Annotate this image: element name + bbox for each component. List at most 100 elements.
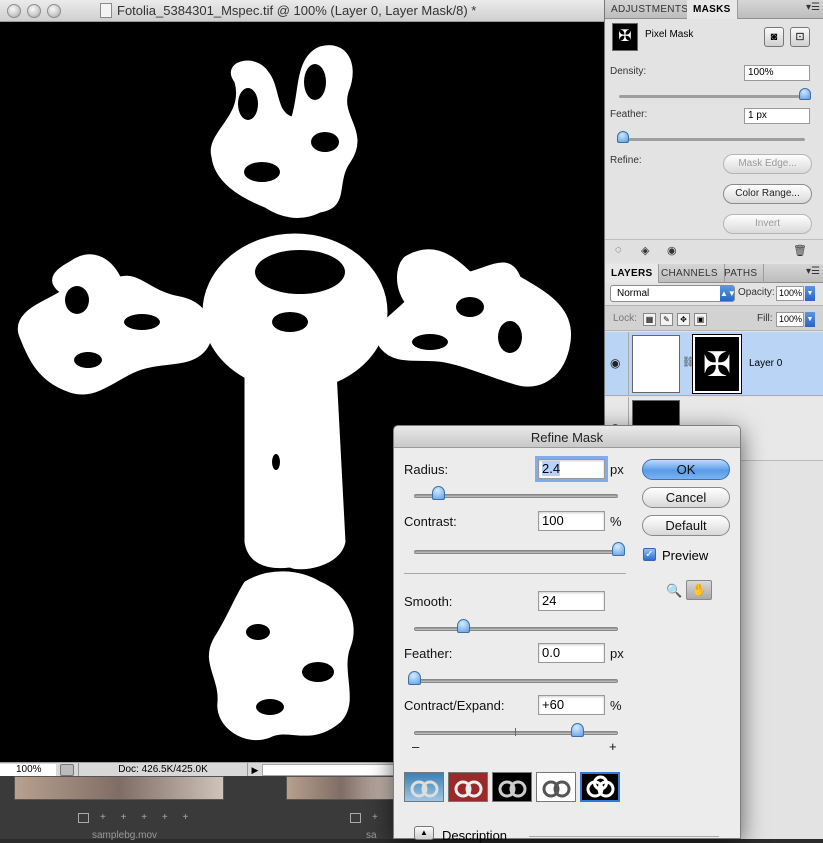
view-on-layers-icon[interactable] — [404, 772, 444, 802]
minus-icon: – — [412, 739, 420, 754]
layer-thumbnail[interactable] — [632, 335, 680, 393]
apply-mask-icon[interactable]: ◈ — [641, 244, 649, 257]
status-info-icon[interactable] — [60, 764, 74, 776]
mask-view-icon[interactable] — [580, 772, 620, 802]
contrast-field[interactable]: 100 — [538, 511, 605, 531]
trash-icon[interactable]: 🗑 — [793, 244, 807, 257]
on-white-view-icon[interactable] — [536, 772, 576, 802]
tab-layers[interactable]: LAYERS — [605, 264, 660, 283]
smooth-field[interactable]: 24 — [538, 591, 605, 611]
lock-transparency-icon[interactable]: ▦ — [643, 313, 656, 326]
vector-mask-button[interactable]: ⊡ — [790, 27, 810, 47]
smooth-label: Smooth: — [404, 594, 453, 609]
close-window-button[interactable] — [7, 4, 21, 18]
default-button[interactable]: Default — [642, 515, 730, 536]
feather-slider[interactable] — [414, 679, 618, 683]
lock-row: Lock: ▦ ✎ ✥ ▣ Fill: 100% ▼ — [605, 305, 823, 331]
blend-mode-value: Normal — [617, 288, 650, 299]
radius-label: Radius: — [404, 462, 449, 477]
tab-adjustments[interactable]: ADJUSTMENTS — [605, 0, 696, 19]
radius-field[interactable]: 2.4 — [538, 459, 605, 479]
feather-slider-thumb[interactable] — [616, 131, 629, 143]
opacity-field[interactable]: 100% — [776, 286, 804, 301]
preview-label: Preview — [662, 548, 709, 563]
overlay-view-icon[interactable] — [448, 772, 488, 802]
feather-slider[interactable] — [619, 138, 805, 141]
pixel-mask-label: Pixel Mask — [645, 29, 694, 40]
pixel-mask-button[interactable]: ◙ — [764, 27, 784, 47]
preview-checkbox[interactable]: ✓ — [643, 548, 656, 561]
divider — [404, 573, 626, 574]
knot-graphic — [542, 780, 571, 798]
refine-label: Refine: — [610, 155, 642, 166]
ok-button[interactable]: OK — [642, 459, 730, 480]
invert-button[interactable]: Invert — [723, 214, 812, 234]
mask-edge-button[interactable]: Mask Edge... — [723, 154, 812, 174]
description-toggle-icon[interactable]: ▲ — [414, 826, 434, 840]
lock-position-icon[interactable]: ✥ — [677, 313, 690, 326]
feather-unit: px — [610, 646, 624, 661]
lock-pixels-icon[interactable]: ✎ — [660, 313, 673, 326]
dialog-titlebar: Refine Mask — [394, 426, 740, 448]
film-thumbnail[interactable] — [14, 776, 224, 800]
feather-slider-thumb[interactable] — [408, 671, 421, 685]
visibility-column: ◉ — [605, 332, 629, 396]
zoom-field[interactable]: 100% — [0, 764, 56, 776]
document-titlebar: Fotolia_5384301_Mspec.tif @ 100% (Layer … — [0, 0, 604, 22]
eye-icon[interactable]: ◉ — [610, 356, 620, 370]
density-slider-thumb[interactable] — [799, 88, 811, 100]
tab-paths[interactable]: PATHS — [718, 264, 765, 283]
layer-name[interactable]: Layer 0 — [749, 358, 782, 369]
horizontal-scrollbar[interactable] — [262, 764, 402, 776]
description-divider — [529, 836, 719, 837]
film-frame-icon — [78, 813, 89, 823]
feather-field[interactable]: 0.0 — [538, 643, 605, 663]
tab-masks[interactable]: MASKS — [687, 0, 738, 19]
refine-mask-dialog: Refine Mask Radius: 2.4 px Contrast: 100… — [393, 425, 741, 843]
mask-thumbnail: ✠ — [612, 23, 638, 51]
lock-all-icon[interactable]: ▣ — [694, 313, 707, 326]
cancel-button[interactable]: Cancel — [642, 487, 730, 508]
panel-menu-icon[interactable]: ▾☰ — [806, 266, 820, 277]
smooth-slider[interactable] — [414, 627, 618, 631]
feather-field[interactable]: 1 px — [744, 108, 810, 124]
masks-footer: ◌ ◈ ◉ 🗑 — [605, 239, 823, 261]
blend-mode-select[interactable]: Normal ▲▼ — [610, 285, 736, 302]
contrast-slider[interactable] — [414, 550, 618, 554]
file-icon — [100, 3, 112, 18]
contract-expand-slider-thumb[interactable] — [571, 723, 585, 737]
chevron-down-icon[interactable]: ▼ — [805, 312, 815, 327]
contrast-slider-thumb[interactable] — [612, 542, 625, 556]
tab-channels[interactable]: CHANNELS — [655, 264, 725, 283]
film-thumbnail[interactable] — [286, 776, 396, 800]
contrast-unit: % — [610, 514, 622, 529]
fill-label: Fill: — [757, 313, 773, 324]
slider-center-tick — [515, 728, 516, 736]
layer-mask-thumbnail[interactable]: ✠ — [692, 334, 742, 394]
fill-field[interactable]: 100% — [776, 312, 804, 327]
density-field[interactable]: 100% — [744, 65, 810, 81]
load-selection-icon[interactable]: ◌ — [615, 244, 622, 256]
on-black-view-icon[interactable] — [492, 772, 532, 802]
contract-expand-slider[interactable] — [414, 731, 618, 735]
chevron-down-icon: ▲▼ — [720, 286, 736, 301]
layers-panel-tabbar: LAYERS CHANNELS PATHS ▾☰ — [605, 264, 823, 283]
minimize-window-button[interactable] — [27, 4, 41, 18]
status-menu-arrow-icon[interactable]: ▶ — [248, 763, 262, 777]
description-label: Description — [442, 828, 508, 843]
panel-menu-icon[interactable]: ▾☰ — [806, 2, 820, 13]
color-range-button[interactable]: Color Range... — [723, 184, 812, 204]
film-frame-icon — [350, 813, 361, 823]
dialog-title: Refine Mask — [530, 430, 604, 445]
radius-slider-thumb[interactable] — [432, 486, 446, 500]
zoom-window-button[interactable] — [47, 4, 61, 18]
hand-tool-icon[interactable]: ✋ — [686, 580, 712, 600]
smooth-slider-thumb[interactable] — [456, 619, 470, 633]
contract-expand-field[interactable]: +60 — [538, 695, 605, 715]
chevron-down-icon[interactable]: ▼ — [805, 286, 815, 301]
visibility-icon[interactable]: ◉ — [667, 244, 677, 257]
layer-row[interactable]: ◉ ⛓ ✠ Layer 0 — [605, 332, 823, 396]
zoom-tool-icon[interactable]: 🔍 — [666, 583, 682, 599]
document-title: Fotolia_5384301_Mspec.tif @ 100% (Layer … — [117, 3, 477, 18]
density-slider[interactable] — [619, 95, 805, 98]
